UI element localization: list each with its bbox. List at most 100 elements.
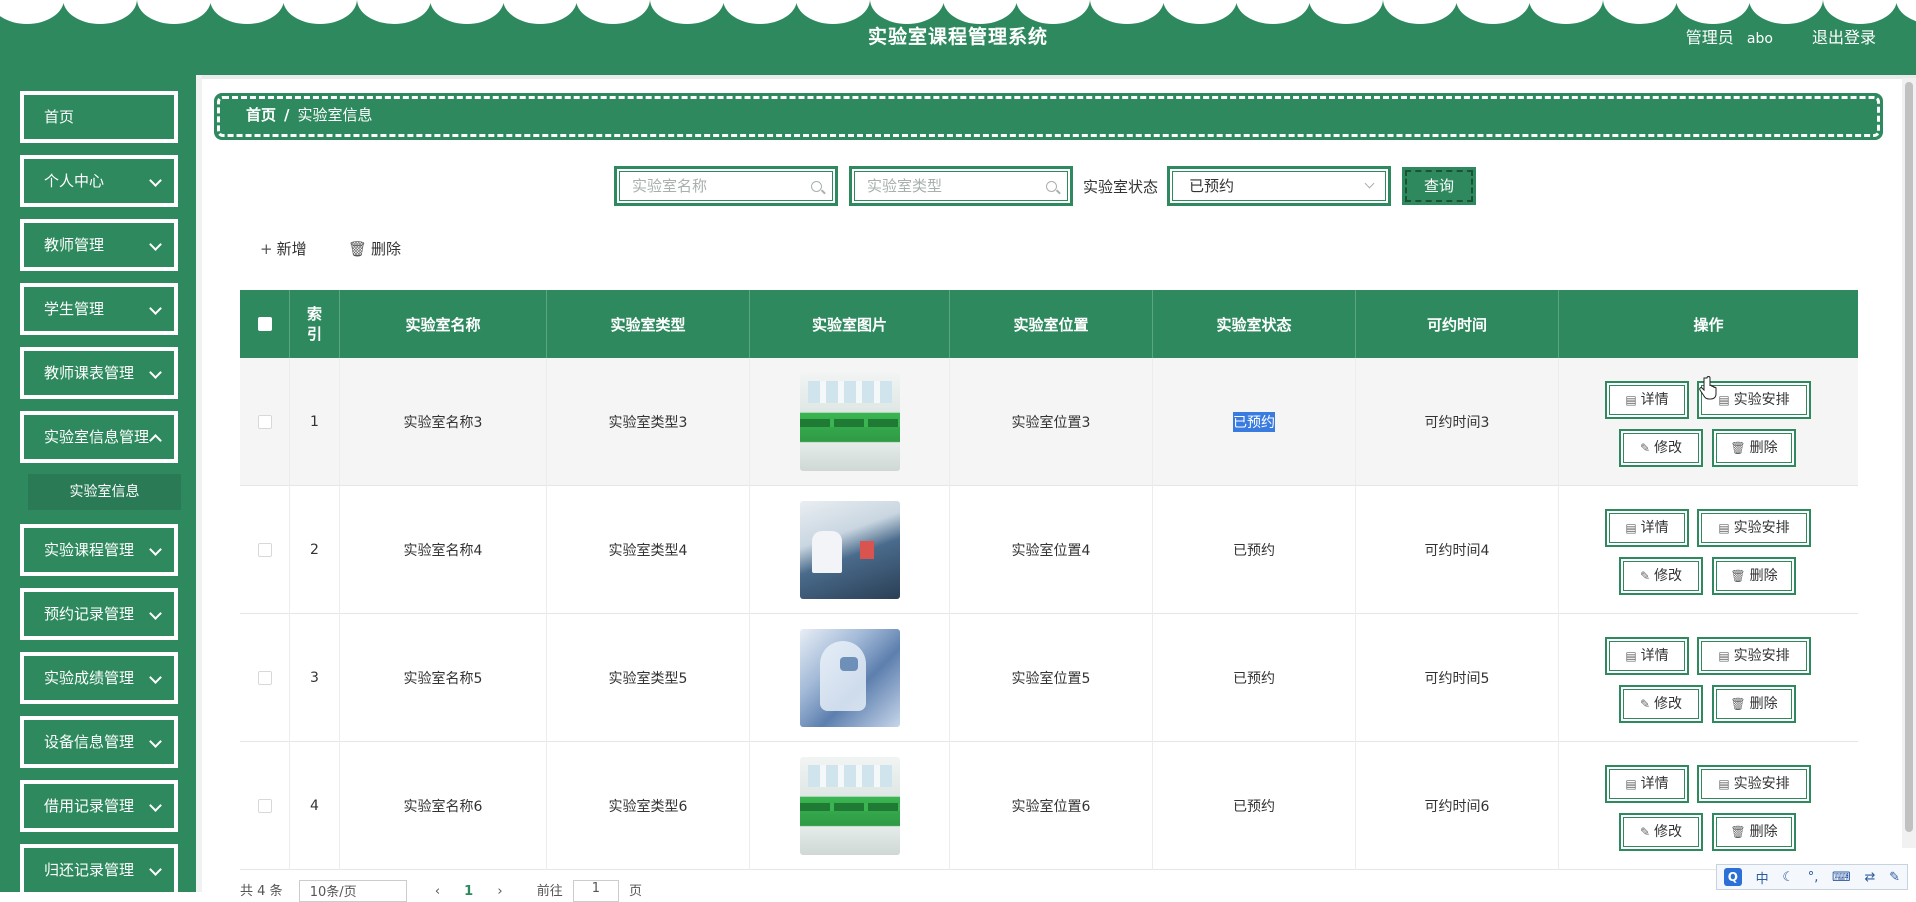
lab-type-search-field[interactable]: 实验室类型 [854,171,1068,201]
column-header-lab-name: 实验室名称 [340,290,547,358]
cell-index: 1 [290,358,340,486]
add-button[interactable]: + 新增 [260,238,307,259]
breadcrumb: 首页 / 实验室信息 [214,93,1883,140]
page-scrollbar[interactable] [1902,78,1916,848]
lab-image-thumbnail[interactable] [799,757,900,855]
sidebar-item-teacher-schedule[interactable]: 教师课表管理 [20,347,178,399]
arrange-button[interactable]: ▤ 实验安排 [1697,509,1811,547]
sidebar-item-equipment-info[interactable]: 设备信息管理 [20,716,178,768]
detail-button[interactable]: ▤ 详情 [1605,381,1689,419]
row-checkbox-cell[interactable] [240,614,290,742]
row-checkbox[interactable] [257,543,272,557]
lab-image-thumbnail[interactable] [799,629,900,727]
cell-available-time: 可约时间4 [1356,486,1559,614]
keyboard-icon[interactable]: ⌨ [1832,870,1851,885]
scallop-shape [283,0,358,24]
delete-button[interactable]: 🗑 删除 [1712,813,1796,851]
document-icon: ▤ [1718,393,1730,407]
ime-toolbar[interactable]: Q 中 ☾ °, ⌨ ⇄ ✎ [1716,864,1908,890]
sidebar-item-teacher-management[interactable]: 教师管理 [20,219,178,271]
scallop-shape [869,0,944,24]
scallop-shape [649,0,724,24]
detail-button[interactable]: ▤ 详情 [1605,765,1689,803]
sidebar-item-label: 教师管理 [44,236,105,254]
edit-button[interactable]: ✎ 修改 [1619,429,1703,467]
sidebar-item-home[interactable]: 首页 [20,91,178,143]
select-all-checkbox-cell[interactable] [240,290,290,358]
simplified-traditional-icon[interactable]: ⇄ [1865,870,1876,885]
chevron-down-icon [1364,178,1375,189]
page-size-select[interactable]: 10条/页 [298,880,407,902]
sidebar-item-reservation-records[interactable]: 预约记录管理 [20,588,178,640]
lab-status-select-field[interactable]: 已预约 [1172,171,1386,201]
edit-button[interactable]: ✎ 修改 [1619,557,1703,595]
moon-icon[interactable]: ☾ [1782,870,1794,885]
submenu-item-lab-info[interactable]: 实验室信息 [28,474,181,510]
sidebar-item-lab-info-management[interactable]: 实验室信息管理 [20,411,178,463]
detail-button[interactable]: ▤ 详情 [1605,509,1689,547]
delete-button-label: 删除 [1749,568,1778,584]
delete-button[interactable]: 🗑 删除 [1712,557,1796,595]
wrench-icon[interactable]: ✎ [1889,870,1900,885]
arrange-button[interactable]: ▤ 实验安排 [1697,765,1811,803]
trash-icon: 🗑 [1730,697,1746,711]
goto-page-input[interactable]: 1 [572,880,619,902]
document-icon: ▤ [1625,393,1637,407]
cell-lab-location: 实验室位置5 [950,614,1153,742]
sidebar-item-return-records[interactable]: 归还记录管理 [20,844,178,892]
sidebar-item-lab-scores[interactable]: 实验成绩管理 [20,652,178,704]
row-checkbox-cell[interactable] [240,486,290,614]
batch-delete-button[interactable]: 🗑 删除 [348,238,401,259]
ime-mode-indicator[interactable]: 中 [1756,868,1769,887]
delete-button[interactable]: 🗑 删除 [1712,685,1796,723]
logout-button[interactable]: 退出登录 [1812,28,1876,47]
sidebar-item-student-management[interactable]: 学生管理 [20,283,178,335]
chevron-down-icon [149,735,162,748]
row-checkbox-cell[interactable] [240,742,290,870]
arrange-button-label: 实验安排 [1733,392,1790,408]
lab-image-thumbnail[interactable] [799,501,900,599]
cell-actions: ▤ 详情 ▤ 实验安排 ✎ 修改 🗑 删除 [1559,486,1858,614]
punctuation-icon[interactable]: °, [1808,870,1819,885]
breadcrumb-separator: / [284,106,290,124]
cell-lab-image [750,486,950,614]
goto-page-value: 1 [591,881,600,896]
document-icon: ▤ [1718,649,1730,663]
sidebar-item-borrow-records[interactable]: 借用记录管理 [20,780,178,832]
cell-lab-status: 已预约 [1153,486,1356,614]
edit-button[interactable]: ✎ 修改 [1619,685,1703,723]
sidebar-item-label: 实验成绩管理 [44,669,135,687]
detail-button[interactable]: ▤ 详情 [1605,637,1689,675]
status-text: 已预约 [1233,412,1275,432]
row-checkbox[interactable] [257,671,272,685]
row-checkbox-cell[interactable] [240,358,290,486]
breadcrumb-home-link[interactable]: 首页 [246,106,276,124]
plus-icon: + [260,240,273,258]
document-icon: ▤ [1718,521,1730,535]
sidebar-item-lab-course[interactable]: 实验课程管理 [20,524,178,576]
query-button[interactable]: 查询 [1402,167,1476,205]
cell-lab-type: 实验室类型6 [547,742,750,870]
cell-actions: ▤ 详情 ▤ 实验安排 ✎ 修改 🗑 删除 [1559,614,1858,742]
edit-button[interactable]: ✎ 修改 [1619,813,1703,851]
scallop-shape [796,0,871,24]
cell-lab-image [750,614,950,742]
row-checkbox[interactable] [257,799,272,813]
row-checkbox[interactable] [257,415,272,429]
lab-type-search-input[interactable]: 实验室类型 [849,166,1073,206]
lab-name-search-input[interactable]: 实验室名称 [614,166,838,206]
delete-button[interactable]: 🗑 删除 [1712,429,1796,467]
page-size-value: 10条/页 [309,885,357,900]
sidebar-item-personal-center[interactable]: 个人中心 [20,155,178,207]
select-all-checkbox[interactable] [257,317,272,331]
lab-name-search-field[interactable]: 实验室名称 [619,171,833,201]
delete-button-label: 删除 [1749,440,1778,456]
arrange-button[interactable]: ▤ 实验安排 [1697,637,1811,675]
lab-status-select[interactable]: 已预约 [1167,166,1391,206]
lab-image-thumbnail[interactable] [799,373,900,471]
user-role: 管理员 [1685,28,1734,47]
document-icon: ▤ [1625,649,1637,663]
cell-lab-image [750,742,950,870]
scrollbar-thumb[interactable] [1905,82,1913,832]
chevron-down-icon [149,366,162,379]
